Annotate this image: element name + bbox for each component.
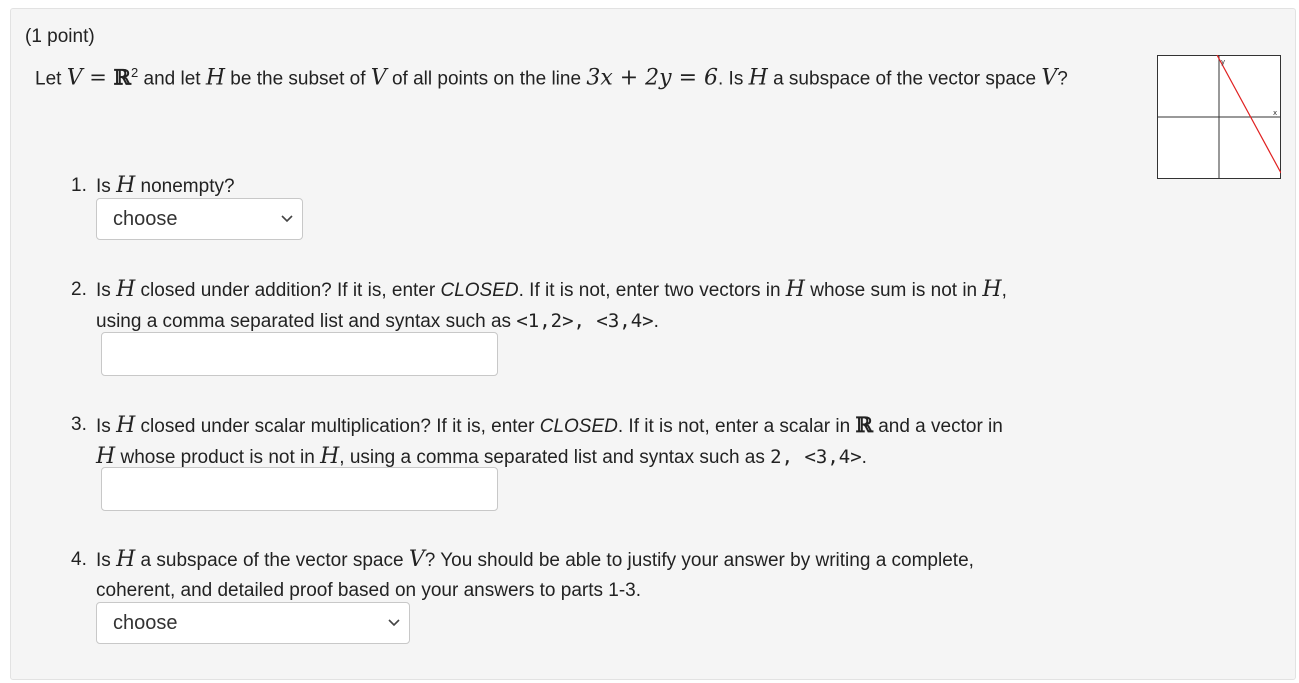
question-text: . If it is not, enter a scalar in: [617, 416, 856, 437]
statement-text: be the subset of: [225, 68, 371, 90]
math-R: ℝ: [855, 412, 873, 437]
question-text: ,: [1001, 280, 1007, 301]
closed-keyword: CLOSED: [440, 280, 519, 301]
question-text: .: [653, 311, 659, 332]
closed-keyword: CLOSED: [539, 416, 618, 437]
question-text: closed under addition? If it is, enter: [135, 280, 441, 301]
math-H: H: [748, 65, 768, 91]
question-text: a subspace of the vector space: [135, 550, 409, 571]
q3-answer-input[interactable]: [101, 467, 498, 511]
q4-select-value: choose: [113, 612, 178, 634]
question-number: 3.: [71, 414, 87, 435]
math-H: H: [116, 277, 136, 302]
question-3: 3. Is H closed under scalar multiplicati…: [71, 410, 1131, 473]
syntax-example: 2, <3,4>: [770, 446, 862, 468]
question-text: Is: [96, 280, 117, 301]
problem-container: (1 point) Let V = ℝ2 and let H be the su…: [10, 8, 1296, 680]
math-V: V: [408, 547, 425, 572]
question-number: 4.: [71, 549, 87, 570]
math-H: H: [116, 547, 136, 572]
question-text: nonempty?: [135, 176, 235, 197]
q1-select-value: choose: [113, 208, 178, 230]
question-number: 1.: [71, 175, 87, 196]
question-text: .: [861, 447, 867, 468]
question-text: . If it is not, enter two vectors in: [518, 280, 786, 301]
statement-text: a subspace of the vector space: [767, 68, 1042, 90]
question-number: 2.: [71, 279, 87, 300]
math-V: V: [1041, 65, 1058, 91]
statement-text: of all points on the line: [386, 68, 587, 90]
chevron-down-icon: [281, 215, 293, 223]
q4-select[interactable]: choose: [96, 602, 410, 644]
q2-answer-input[interactable]: [101, 332, 498, 376]
question-text: and a vector in: [872, 416, 1003, 437]
question-text: using a comma separated list and syntax …: [96, 311, 517, 332]
question-text: whose sum is not in: [804, 280, 983, 301]
math-H: H: [205, 65, 226, 91]
y-axis-label: y: [1221, 58, 1225, 66]
q1-select[interactable]: choose: [96, 198, 303, 240]
question-text: Is: [96, 550, 117, 571]
question-text: ? You should be able to justify your ans…: [424, 550, 974, 571]
line-graph: y x: [1157, 55, 1281, 179]
syntax-example: <1,2>, <3,4>: [516, 310, 654, 332]
statement-text: . Is: [718, 68, 749, 90]
math-H: H: [982, 277, 1002, 302]
points-label: (1 point): [25, 26, 95, 47]
math-R: ℝ: [113, 64, 131, 90]
question-text: Is: [96, 176, 117, 197]
statement-text: and let: [138, 68, 206, 90]
math-V: V: [66, 65, 83, 91]
math-H: H: [116, 173, 136, 198]
question-text: , using a comma separated list and synta…: [339, 447, 771, 468]
question-text: closed under scalar multiplication? If i…: [135, 416, 540, 437]
math-V: V: [370, 65, 387, 91]
question-text: coherent, and detailed proof based on yo…: [96, 580, 642, 601]
math-line-equation: 3x + 2y = 6: [586, 65, 718, 91]
math-H: H: [785, 277, 805, 302]
statement-text: ?: [1057, 68, 1068, 90]
math-H: H: [96, 444, 116, 469]
statement-text: Let: [35, 68, 67, 90]
x-axis-label: x: [1273, 109, 1277, 117]
math-H: H: [320, 444, 340, 469]
math-H: H: [116, 413, 136, 438]
question-4: 4. Is H a subspace of the vector space V…: [71, 545, 1131, 606]
chevron-down-icon: [388, 619, 400, 627]
question-text: whose product is not in: [115, 447, 321, 468]
question-text: Is: [96, 416, 117, 437]
math-eq: =: [82, 65, 114, 90]
problem-statement: Let V = ℝ2 and let H be the subset of V …: [35, 57, 1115, 94]
question-2: 2. Is H closed under addition? If it is,…: [71, 275, 1131, 337]
